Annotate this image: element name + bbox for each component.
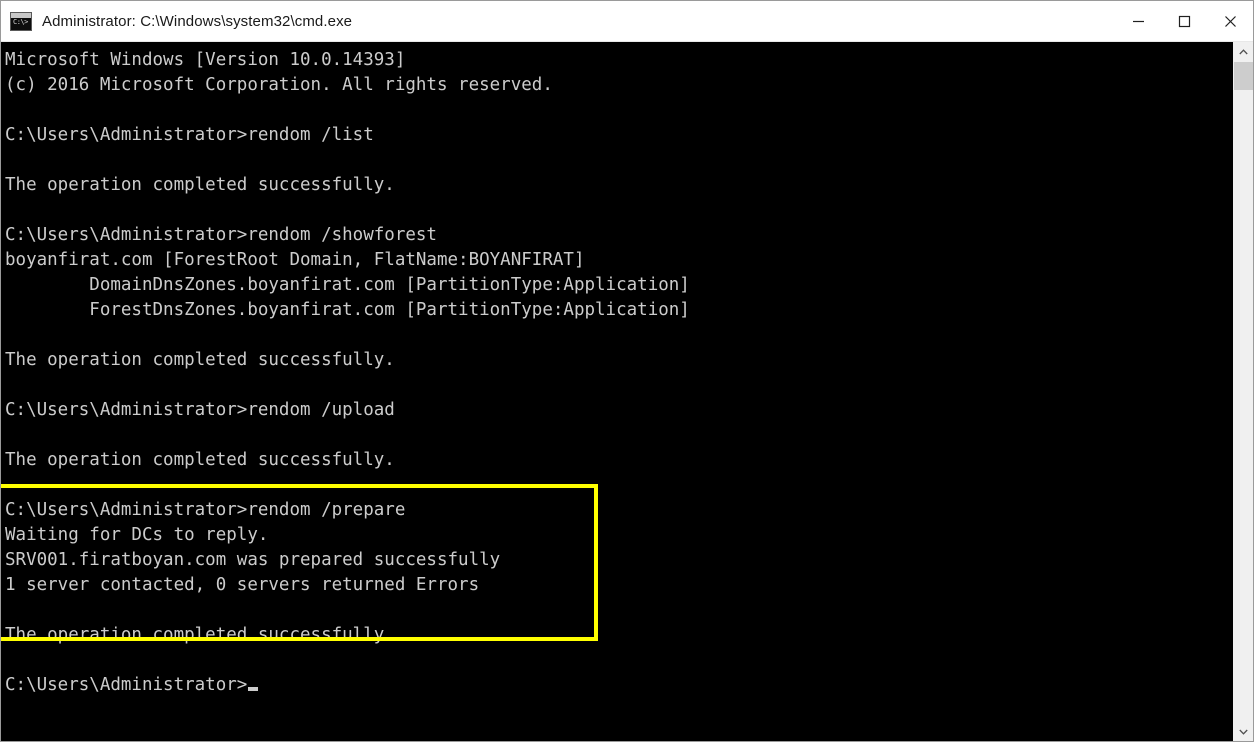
console-line: C:\Users\Administrator>	[5, 673, 1233, 698]
vertical-scrollbar[interactable]	[1233, 42, 1253, 741]
scroll-up-button[interactable]	[1234, 42, 1253, 61]
console-line: The operation completed successfully.	[5, 175, 395, 195]
chevron-down-icon	[1239, 729, 1248, 735]
minimize-icon	[1132, 20, 1144, 22]
close-icon	[1224, 15, 1236, 27]
console-line: ForestDnsZones.boyanfirat.com [Partition…	[5, 300, 690, 320]
maximize-icon	[1178, 15, 1190, 27]
console-line: SRV001.firatboyan.com was prepared succe…	[5, 550, 501, 570]
window-controls	[1115, 1, 1253, 41]
chevron-up-icon	[1239, 48, 1248, 54]
console-line: The operation completed successfully.	[5, 350, 395, 370]
console-line: C:\Users\Administrator>rendom /list	[5, 125, 374, 145]
console-line: The operation completed successfully.	[5, 450, 395, 470]
console-line: 1 server contacted, 0 servers returned E…	[5, 575, 480, 595]
console-line: (c) 2016 Microsoft Corporation. All righ…	[5, 75, 553, 95]
console-output[interactable]: Microsoft Windows [Version 10.0.14393] (c…	[1, 42, 1233, 741]
cmd-console-icon: C:\>	[10, 11, 32, 31]
scroll-down-button[interactable]	[1234, 722, 1253, 741]
window-titlebar[interactable]: C:\> Administrator: C:\Windows\system32\…	[1, 1, 1253, 42]
icon-titlebar-strip	[11, 12, 31, 18]
scrollbar-track[interactable]	[1234, 61, 1253, 722]
console-line: C:\Users\Administrator>rendom /prepare	[5, 500, 406, 520]
scrollbar-thumb[interactable]	[1234, 62, 1253, 90]
console-line: C:\Users\Administrator>rendom /upload	[5, 400, 395, 420]
window-title: Administrator: C:\Windows\system32\cmd.e…	[42, 12, 353, 30]
console-line: DomainDnsZones.boyanfirat.com [Partition…	[5, 275, 690, 295]
text-cursor	[248, 687, 259, 691]
console-line: C:\Users\Administrator>rendom /showfores…	[5, 225, 437, 245]
cmd-window: C:\> Administrator: C:\Windows\system32\…	[0, 0, 1254, 742]
console-line: Microsoft Windows [Version 10.0.14393]	[5, 50, 406, 70]
console-text: Microsoft Windows [Version 10.0.14393] (c…	[5, 48, 1233, 698]
minimize-button[interactable]	[1115, 1, 1161, 41]
icon-prompt-glyph: C:\>	[13, 17, 28, 26]
close-button[interactable]	[1207, 1, 1253, 41]
console-area: Microsoft Windows [Version 10.0.14393] (c…	[1, 42, 1253, 741]
console-line: Waiting for DCs to reply.	[5, 525, 269, 545]
console-line: The operation completed successfully.	[5, 625, 395, 645]
maximize-button[interactable]	[1161, 1, 1207, 41]
console-line: boyanfirat.com [ForestRoot Domain, FlatN…	[5, 250, 585, 270]
